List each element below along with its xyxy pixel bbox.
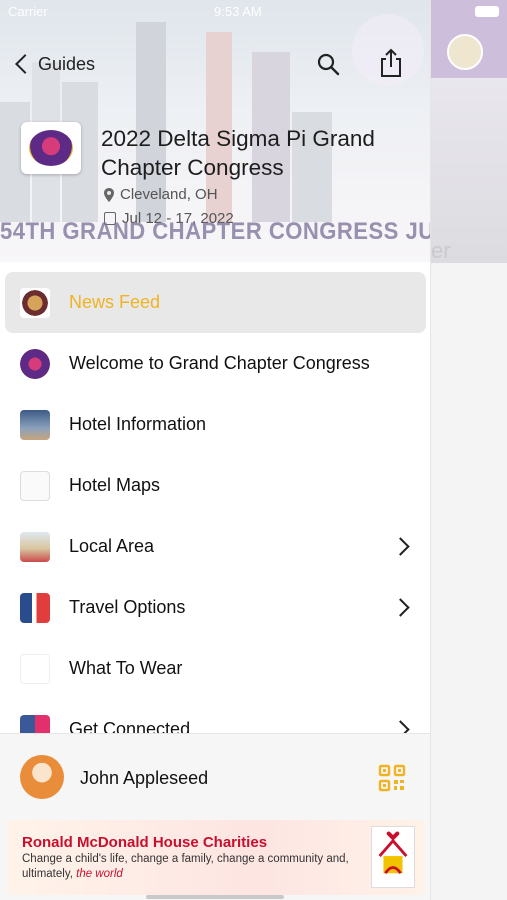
battery-icon bbox=[475, 6, 499, 17]
chevron-left-icon bbox=[15, 54, 35, 74]
background-banner-text: er bbox=[431, 238, 451, 263]
event-location: Cleveland, OH bbox=[104, 186, 218, 203]
menu-item-hotel-information[interactable]: Hotel Information bbox=[0, 394, 430, 455]
menu-item-travel-options[interactable]: Travel Options bbox=[0, 577, 430, 638]
local-area-icon bbox=[20, 531, 50, 562]
map-icon bbox=[20, 470, 50, 501]
background-topbar bbox=[431, 0, 507, 78]
drawer-footer: John Appleseed Ronald McDonald House Cha… bbox=[0, 733, 430, 900]
menu-item-label: News Feed bbox=[69, 292, 161, 312]
back-button[interactable]: Guides bbox=[15, 50, 96, 78]
menu-item-label: What To Wear bbox=[69, 658, 183, 678]
home-indicator bbox=[146, 895, 284, 899]
event-title: 2022 Delta Sigma Pi Grand Chapter Congre… bbox=[101, 126, 375, 180]
status-bar: Carrier 9:53 AM bbox=[0, 4, 430, 20]
sponsor-banner[interactable]: Ronald McDonald House Charities Change a… bbox=[7, 820, 425, 895]
qr-code-icon[interactable] bbox=[378, 764, 406, 792]
clock: 9:53 AM bbox=[214, 4, 262, 19]
menu-item-hotel-maps[interactable]: Hotel Maps bbox=[0, 455, 430, 516]
what-to-wear-icon bbox=[20, 653, 50, 684]
location-pin-icon bbox=[104, 187, 114, 202]
congress-banner-text: 54TH GRAND CHAPTER CONGRESS JULY 13-17, … bbox=[0, 218, 430, 245]
event-logo bbox=[21, 122, 81, 174]
menu-item-label: Travel Options bbox=[69, 597, 186, 617]
cleveland-logo-icon bbox=[29, 130, 73, 166]
chevron-right-icon bbox=[391, 598, 410, 617]
event-logo-icon bbox=[20, 348, 50, 379]
menu-item-label: Hotel Information bbox=[69, 414, 207, 434]
search-icon[interactable] bbox=[316, 52, 340, 76]
user-name[interactable]: John Appleseed bbox=[80, 768, 208, 789]
menu-item-what-to-wear[interactable]: What To Wear bbox=[0, 638, 430, 699]
navigation-drawer: Carrier 9:53 AM Guides 2022 Delta Sigma … bbox=[0, 0, 431, 900]
back-label: Guides bbox=[38, 53, 96, 74]
event-header: Carrier 9:53 AM Guides 2022 Delta Sigma … bbox=[0, 0, 430, 262]
menu-item-label: Welcome to Grand Chapter Congress bbox=[69, 353, 370, 373]
menu-item-local-area[interactable]: Local Area bbox=[0, 516, 430, 577]
menu-item-label: Hotel Maps bbox=[69, 475, 161, 495]
ad-text: Change a child's life, change a family, … bbox=[22, 852, 362, 882]
crest-icon bbox=[20, 287, 50, 318]
rmhc-logo-icon bbox=[371, 826, 415, 888]
avatar[interactable] bbox=[20, 755, 64, 799]
guide-menu: News Feed Welcome to Grand Chapter Congr… bbox=[0, 272, 430, 760]
ad-emphasis: the world bbox=[76, 868, 123, 880]
carrier-label: Carrier bbox=[8, 4, 48, 19]
ad-body: Change a child's life, change a family, … bbox=[22, 853, 349, 880]
background-screen[interactable]: er bbox=[431, 0, 507, 900]
menu-item-welcome[interactable]: Welcome to Grand Chapter Congress bbox=[0, 333, 430, 394]
menu-item-news-feed[interactable]: News Feed bbox=[5, 272, 426, 333]
menu-item-label: Local Area bbox=[69, 536, 155, 556]
hotel-icon bbox=[20, 409, 50, 440]
share-icon[interactable] bbox=[378, 48, 404, 78]
location-text: Cleveland, OH bbox=[120, 186, 218, 203]
chevron-right-icon bbox=[391, 537, 410, 556]
ad-title: Ronald McDonald House Charities bbox=[22, 834, 268, 851]
background-banner: er bbox=[431, 78, 507, 263]
profile-avatar-icon bbox=[447, 34, 483, 70]
travel-icon bbox=[20, 592, 50, 623]
